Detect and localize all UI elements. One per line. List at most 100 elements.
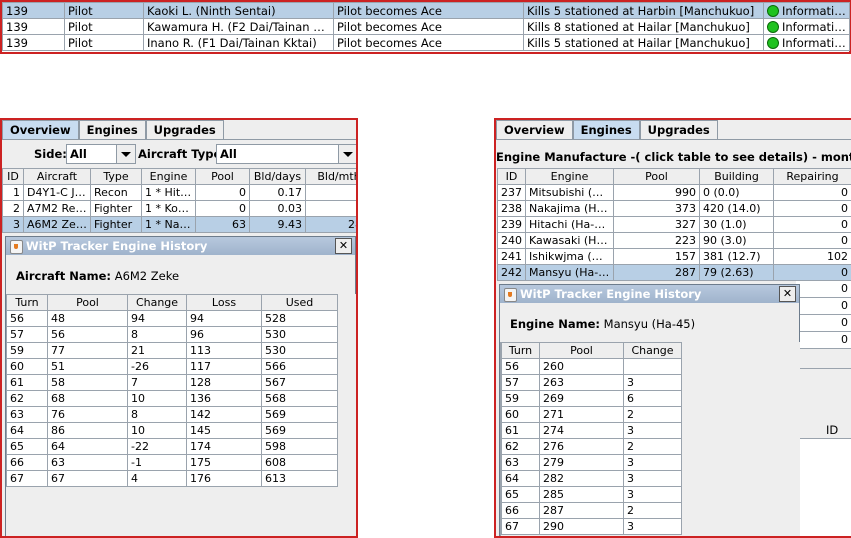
history-row[interactable]: 602712 bbox=[502, 407, 682, 423]
engine-engine-cell: Kawasaki (Ha-41) bbox=[526, 233, 614, 249]
history-row[interactable]: 6663-1175608 bbox=[7, 455, 338, 471]
chevron-down-icon[interactable] bbox=[116, 145, 135, 163]
history-col-header-used[interactable]: Used bbox=[262, 295, 338, 311]
history-cell: 63 bbox=[48, 455, 128, 471]
side-select[interactable]: All bbox=[66, 144, 136, 164]
tab-upgrades[interactable]: Upgrades bbox=[146, 120, 224, 139]
history-cell: 3 bbox=[624, 471, 682, 487]
history-row[interactable]: 56260 bbox=[502, 359, 682, 375]
history-row[interactable]: 652853 bbox=[502, 487, 682, 503]
dialog-titlebar[interactable]: WitP Tracker Engine History ✕ bbox=[6, 237, 355, 255]
event-name-cell: Kaoki L. (Ninth Sentai) bbox=[144, 3, 334, 19]
history-scroll-area[interactable]: TurnPoolChange 5626057263359269660271261… bbox=[500, 342, 800, 538]
engine-engine-cell: Mitsubishi (Ha-1) bbox=[526, 185, 614, 201]
aircraft-row[interactable]: 2A7M2 ReppuFighter1 * Kok...00.031 bbox=[3, 201, 359, 217]
tab-overview[interactable]: Overview bbox=[496, 120, 573, 139]
aircraft-col-header-engine[interactable]: Engine bbox=[142, 169, 196, 185]
history-cell: 175 bbox=[187, 455, 262, 471]
event-row[interactable]: 139PilotKawamura H. (F2 Dai/Tainan K...P… bbox=[3, 19, 850, 35]
lower-table-id-header: ID bbox=[826, 423, 838, 437]
engine-row[interactable]: 238Nakajima (Ha-5)373420 (14.0)0 bbox=[498, 201, 851, 217]
tab-upgrades[interactable]: Upgrades bbox=[640, 120, 718, 139]
aircraft-engine-cell: 1 * Nak... bbox=[142, 217, 196, 233]
history-row[interactable]: 56489494528 bbox=[7, 311, 338, 327]
history-row[interactable]: 5756896530 bbox=[7, 327, 338, 343]
engine-pool-cell: 157 bbox=[614, 249, 700, 265]
event-level-cell: Information bbox=[764, 19, 850, 35]
engine-col-header-engine[interactable]: Engine bbox=[526, 169, 614, 185]
history-cell: 58 bbox=[48, 375, 128, 391]
history-row[interactable]: 632793 bbox=[502, 455, 682, 471]
aircraft-engine-cell: 1 * Hita... bbox=[142, 185, 196, 201]
history-cell: 2 bbox=[624, 407, 682, 423]
history-row[interactable]: 626810136568 bbox=[7, 391, 338, 407]
aircraft-col-header-id[interactable]: ID bbox=[3, 169, 24, 185]
tab-engines[interactable]: Engines bbox=[79, 120, 146, 139]
engine-manufacture-heading: Engine Manufacture -( click table to see… bbox=[496, 150, 851, 164]
history-row[interactable]: 612743 bbox=[502, 423, 682, 439]
history-col-header-change[interactable]: Change bbox=[624, 343, 682, 359]
engine-repairing-cell: 0 bbox=[774, 217, 851, 233]
engine-id-cell: 241 bbox=[498, 249, 526, 265]
dialog-titlebar[interactable]: WitP Tracker Engine History ✕ bbox=[500, 285, 799, 303]
history-row[interactable]: 672903 bbox=[502, 519, 682, 535]
engine-table[interactable]: IDEnginePoolBuildingRepairing 237Mitsubi… bbox=[497, 168, 851, 281]
aircraft-aircraft-cell: A7M2 Reppu bbox=[24, 201, 91, 217]
history-row[interactable]: 648610145569 bbox=[7, 423, 338, 439]
close-button[interactable]: ✕ bbox=[335, 238, 352, 254]
aircraft-col-header-pool[interactable]: Pool bbox=[196, 169, 250, 185]
history-row[interactable]: 622762 bbox=[502, 439, 682, 455]
history-col-header-loss[interactable]: Loss bbox=[187, 295, 262, 311]
event-row[interactable]: 139PilotKaoki L. (Ninth Sentai)Pilot bec… bbox=[3, 3, 850, 19]
history-col-header-turn[interactable]: Turn bbox=[502, 343, 540, 359]
history-row[interactable]: 6564-22174598 bbox=[7, 439, 338, 455]
engine-row[interactable]: 240Kawasaki (Ha-41)22390 (3.0)0 bbox=[498, 233, 851, 249]
tab-engines[interactable]: Engines bbox=[573, 120, 640, 139]
aircraft-engine-cell: 1 * Kok... bbox=[142, 201, 196, 217]
engine-col-header-building[interactable]: Building bbox=[700, 169, 774, 185]
aircraft-row[interactable]: 1D4Y1-C JudyRecon1 * Hita...00.175 bbox=[3, 185, 359, 201]
aircraft-col-header-bldmth[interactable]: Bld/mth bbox=[306, 169, 359, 185]
history-row[interactable]: 572633 bbox=[502, 375, 682, 391]
engine-row[interactable]: 242Mansyu (Ha-45)28779 (2.63)0 bbox=[498, 265, 851, 281]
history-cell: 61 bbox=[502, 423, 540, 439]
event-row[interactable]: 139PilotInano R. (F1 Dai/Tainan Kktai)Pi… bbox=[3, 35, 850, 51]
aircraft-panel-tabs: OverviewEnginesUpgrades bbox=[2, 120, 224, 140]
aircraft-row[interactable]: 3A6M2 ZekeFighter1 * Nak...639.43283 bbox=[3, 217, 359, 233]
tab-overview[interactable]: Overview bbox=[2, 120, 79, 139]
history-cell: 76 bbox=[48, 407, 128, 423]
aircraft-pool-cell: 63 bbox=[196, 217, 250, 233]
event-type-cell: Pilot bbox=[65, 35, 144, 51]
chevron-down-icon[interactable] bbox=[338, 145, 357, 163]
engine-col-header-id[interactable]: ID bbox=[498, 169, 526, 185]
aircraft-col-header-blddays[interactable]: Bld/days bbox=[250, 169, 306, 185]
engine-row[interactable]: 241Ishikwjma (Ha-...157381 (12.7)102 bbox=[498, 249, 851, 265]
history-row[interactable]: 61587128567 bbox=[7, 375, 338, 391]
history-row[interactable]: 642823 bbox=[502, 471, 682, 487]
history-col-header-change[interactable]: Change bbox=[128, 295, 187, 311]
aircraft-type-select[interactable]: All bbox=[216, 144, 358, 164]
history-row[interactable]: 67674176613 bbox=[7, 471, 338, 487]
history-col-header-pool[interactable]: Pool bbox=[540, 343, 624, 359]
engine-row[interactable]: 239Hitachi (Ha-35)32730 (1.0)0 bbox=[498, 217, 851, 233]
engine-col-header-repairing[interactable]: Repairing bbox=[774, 169, 851, 185]
history-cell: 67 bbox=[48, 471, 128, 487]
history-col-header-turn[interactable]: Turn bbox=[7, 295, 48, 311]
aircraft-pool-cell: 0 bbox=[196, 201, 250, 217]
engine-row[interactable]: 237Mitsubishi (Ha-1)9900 (0.0)0 bbox=[498, 185, 851, 201]
aircraft-col-header-type[interactable]: Type bbox=[91, 169, 142, 185]
history-row[interactable]: 63768142569 bbox=[7, 407, 338, 423]
history-cell: 67 bbox=[7, 471, 48, 487]
history-row[interactable]: 597721113530 bbox=[7, 343, 338, 359]
history-col-header-pool[interactable]: Pool bbox=[48, 295, 128, 311]
engine-col-header-pool[interactable]: Pool bbox=[614, 169, 700, 185]
history-row[interactable]: 662872 bbox=[502, 503, 682, 519]
close-button[interactable]: ✕ bbox=[779, 286, 796, 302]
hidden-repairing-column: 0000 bbox=[796, 281, 851, 349]
event-level-text: Information bbox=[782, 4, 849, 18]
history-row[interactable]: 592696 bbox=[502, 391, 682, 407]
history-row[interactable]: 6051-26117566 bbox=[7, 359, 338, 375]
history-scroll-area[interactable]: TurnPoolChangeLossUsed 56489494528575689… bbox=[6, 294, 356, 538]
aircraft-col-header-aircraft[interactable]: Aircraft bbox=[24, 169, 91, 185]
aircraft-type-cell: Fighter bbox=[91, 217, 142, 233]
